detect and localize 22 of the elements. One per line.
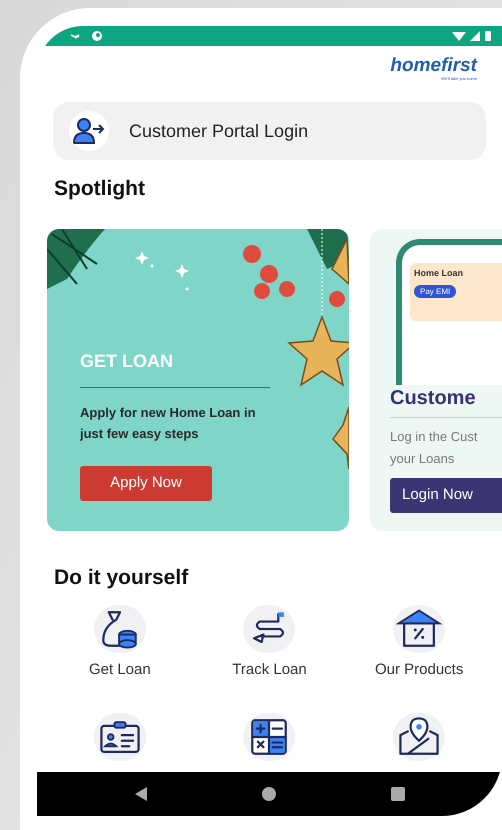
apply-now-button[interactable]: Apply Now bbox=[80, 466, 212, 501]
login-now-button[interactable]: Login Now bbox=[390, 478, 502, 513]
card-description: your Loans bbox=[390, 450, 456, 468]
card-title: GET LOAN bbox=[80, 350, 174, 373]
pay-emi-pill: Pay EMI bbox=[414, 284, 456, 298]
user-login-icon bbox=[69, 111, 109, 151]
card-title: Custome bbox=[390, 386, 477, 411]
mock-card-title: Home Loan bbox=[414, 267, 464, 280]
shortcut-button[interactable]: Track Loan bbox=[232, 601, 307, 682]
brand-logo: homefirst bbox=[390, 56, 477, 76]
recents-icon[interactable] bbox=[390, 786, 406, 802]
section-title: Spotlight bbox=[54, 176, 146, 202]
shortcut-button[interactable]: Our Products bbox=[374, 601, 464, 682]
section-title: Do it yourself bbox=[54, 565, 190, 591]
shortcut-button[interactable]: Get Loan bbox=[88, 601, 152, 682]
home-icon[interactable] bbox=[261, 786, 278, 802]
pine-branch-drawing bbox=[47, 229, 107, 289]
card-description: Log in the Cust bbox=[390, 428, 478, 446]
customer-portal-login-button[interactable]: Customer Portal Login bbox=[53, 102, 486, 160]
card-description: Apply for new Home Loan in just few easy steps bbox=[80, 404, 257, 443]
back-icon[interactable] bbox=[133, 786, 150, 802]
status-icons bbox=[450, 29, 494, 43]
